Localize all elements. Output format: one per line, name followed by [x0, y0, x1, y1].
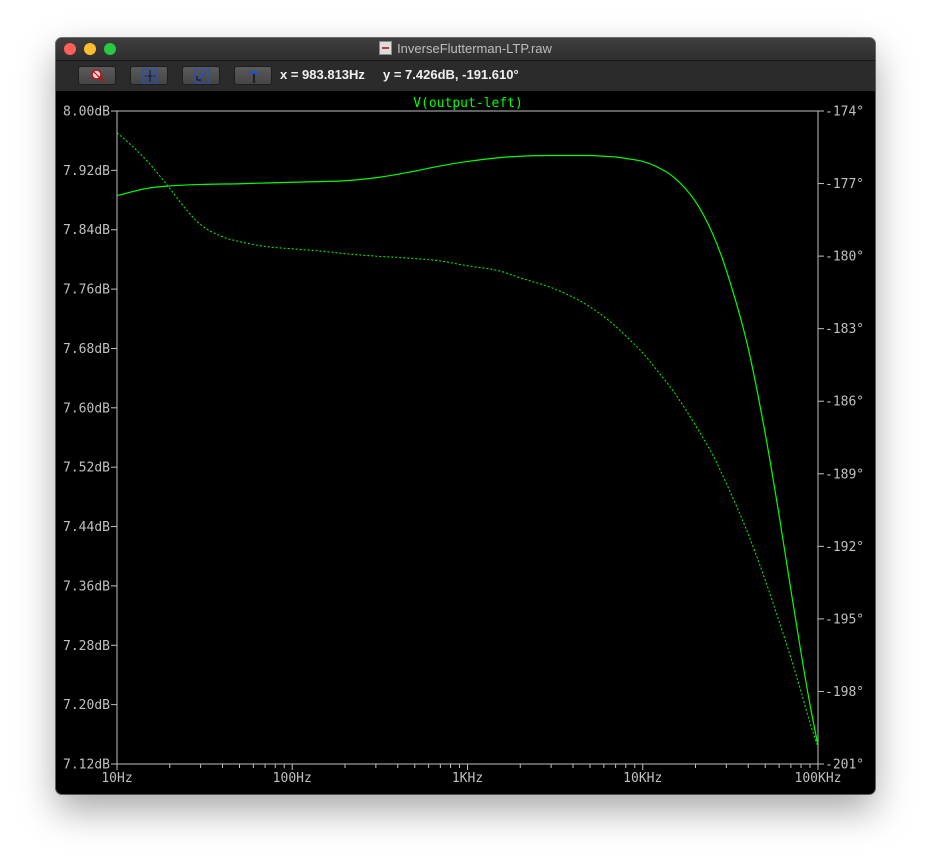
y2-tick-label: -195°	[825, 612, 864, 627]
y-tick-label: 7.60dB	[63, 401, 110, 416]
plot-axes: 8.00dB 7.92dB 7.84dB 7.76dB 7.68dB 7.60dB 7.52…	[63, 105, 864, 787]
chart-title: V(output-left)	[413, 96, 523, 111]
y-tick-label: 7.76dB	[63, 283, 110, 298]
y-tick-label: 7.92dB	[63, 164, 110, 179]
y-tick-label: 7.28dB	[63, 639, 110, 654]
y-tick-label: 7.84dB	[63, 223, 110, 238]
y2-tick-label: -180°	[825, 250, 864, 265]
y-tick-label: 8.00dB	[63, 105, 110, 120]
magnitude-trace	[116, 154, 819, 746]
x-tick-label: 100KHz	[795, 771, 842, 786]
y2-tick-label: -198°	[825, 685, 864, 700]
y-tick-label: 7.52dB	[63, 461, 110, 476]
y-tick-label: 7.20dB	[63, 698, 110, 713]
y2-tick-label: -183°	[825, 322, 864, 337]
x-tick-label: 1KHz	[452, 771, 483, 786]
y2-tick-label: -177°	[825, 177, 864, 192]
y-tick-label: 7.44dB	[63, 520, 110, 535]
plot-traces	[116, 132, 819, 748]
x-tick-label: 100Hz	[273, 771, 312, 786]
phase-trace	[116, 132, 819, 748]
y2-tick-label: -192°	[825, 540, 864, 555]
x-tick-label: 10KHz	[623, 771, 662, 786]
bode-plot[interactable]: V(output-left) 8.00dB 7.92dB 7.84dB 7.76dB 7…	[56, 38, 875, 794]
x-tick-label: 10Hz	[101, 771, 132, 786]
y2-tick-label: -174°	[825, 105, 864, 120]
y-tick-label: 7.36dB	[63, 579, 110, 594]
plot-frame	[116, 110, 819, 765]
plot-window: InverseFlutterman-LTP.raw x = 983.813Hz …	[56, 38, 875, 794]
y2-tick-label: -189°	[825, 467, 864, 482]
y-tick-label: 7.68dB	[63, 342, 110, 357]
y2-tick-label: -186°	[825, 395, 864, 410]
